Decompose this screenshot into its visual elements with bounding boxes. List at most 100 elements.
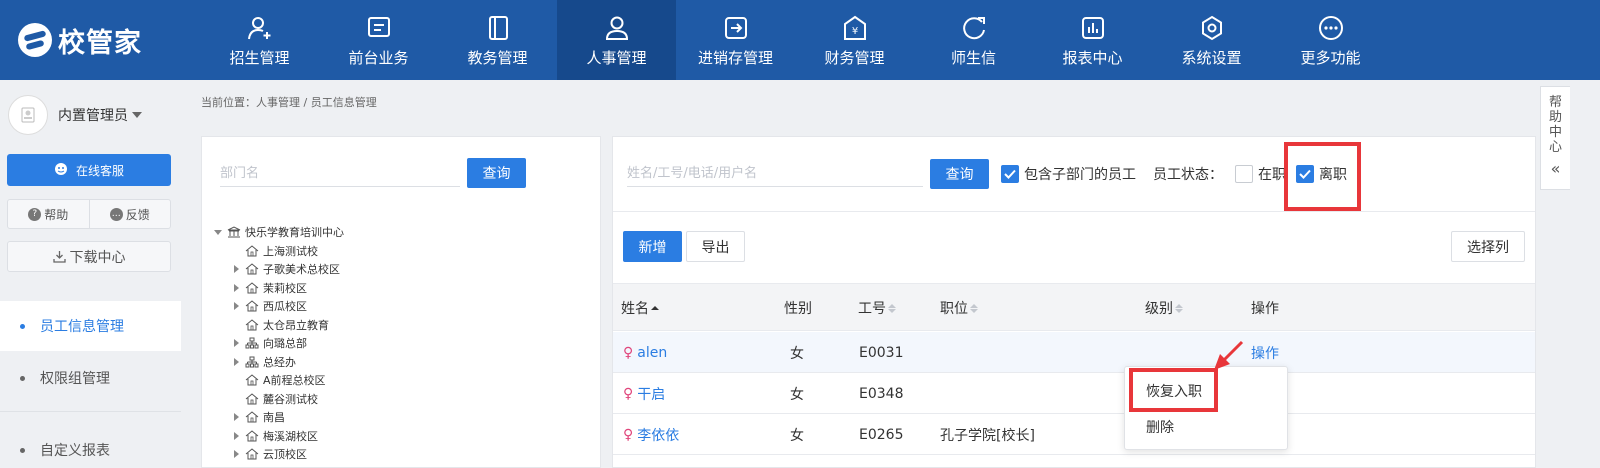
nav-label: 招生管理 xyxy=(229,48,290,67)
add-employee-button[interactable]: 新增 xyxy=(623,231,682,262)
avatar xyxy=(8,95,48,135)
chat-icon xyxy=(959,13,989,43)
tree-node-label: 云顶校区 xyxy=(263,448,307,462)
feedback-button[interactable]: … 反馈 xyxy=(88,200,171,228)
gender-cell: 女 xyxy=(790,345,804,362)
sort-asc-icon[interactable] xyxy=(651,305,659,311)
name-cell[interactable]: ♀ alen xyxy=(623,332,667,373)
header-position-label: 职位 xyxy=(940,301,968,317)
help-char: 助 xyxy=(1548,110,1562,125)
annotation-arrow-icon xyxy=(1214,340,1244,370)
sort-icon[interactable] xyxy=(1175,303,1183,313)
caret-right-icon[interactable] xyxy=(234,283,239,292)
department-search-input[interactable] xyxy=(220,161,460,187)
nav-item-0[interactable]: 招生管理 xyxy=(200,0,319,80)
highlight-box-restore xyxy=(1129,368,1218,412)
employee-name-link[interactable]: alen xyxy=(637,345,667,361)
menu-permission-group[interactable]: 权限组管理 xyxy=(0,353,181,403)
service-label: 在线客服 xyxy=(75,163,124,178)
help-button[interactable]: ? 帮助 xyxy=(8,200,89,228)
position-cell: 孔子学院[校长] xyxy=(940,427,1035,444)
help-center-tab[interactable]: 帮助中心 « xyxy=(1540,86,1570,190)
settings-icon xyxy=(1197,13,1227,43)
header-level[interactable]: 级别 xyxy=(1145,284,1183,332)
bank-icon xyxy=(227,226,241,238)
nav-item-6[interactable]: 师生信 xyxy=(914,0,1033,80)
employee-name-link[interactable]: 李依依 xyxy=(637,425,679,445)
employee-query-button[interactable]: 查询 xyxy=(930,159,989,189)
caret-right-icon[interactable] xyxy=(234,302,239,311)
highlight-box-left-status xyxy=(1284,142,1361,211)
nav-label: 进销存管理 xyxy=(697,48,773,67)
table-row[interactable]: ♀ alen 女 E0031 操作 xyxy=(613,332,1535,373)
nav-item-7[interactable]: 报表中心 xyxy=(1033,0,1152,80)
status-active-checkbox[interactable]: 在职 xyxy=(1235,164,1286,184)
feedback-icon: … xyxy=(109,207,123,221)
svg-text:¥: ¥ xyxy=(851,26,857,37)
download-icon xyxy=(52,251,66,263)
export-button[interactable]: 导出 xyxy=(686,231,745,262)
caret-right-icon[interactable] xyxy=(234,339,239,348)
department-query-button[interactable]: 查询 xyxy=(467,158,526,188)
tree-node[interactable]: 南昌 xyxy=(214,408,344,427)
report-icon xyxy=(1078,13,1108,43)
nav-item-1[interactable]: 前台业务 xyxy=(319,0,438,80)
sort-icon[interactable] xyxy=(970,303,978,313)
menu-label: 员工信息管理 xyxy=(40,319,124,335)
help-feedback-row: ? 帮助 … 反馈 xyxy=(7,199,171,229)
caret-right-icon[interactable] xyxy=(234,413,239,422)
logo[interactable]: 校管家 xyxy=(0,0,200,80)
caret-right-icon[interactable] xyxy=(234,357,239,366)
nav-label: 人事管理 xyxy=(586,48,647,67)
bullet-icon xyxy=(20,447,25,453)
nav-item-2[interactable]: 教务管理 xyxy=(438,0,557,80)
table-row[interactable]: ♀ 干启 女 E0348 xyxy=(613,373,1535,414)
name-cell[interactable]: ♀ 干启 xyxy=(623,373,665,414)
nav-item-3[interactable]: 人事管理 xyxy=(557,0,676,80)
menu-divider xyxy=(0,411,181,412)
caret-down-icon[interactable] xyxy=(214,229,222,235)
caret-right-icon[interactable] xyxy=(234,265,239,274)
sort-icon[interactable] xyxy=(888,303,896,313)
tree-node[interactable]: 上海测试校 xyxy=(214,242,344,261)
tree-node[interactable]: 向璐总部 xyxy=(214,334,344,353)
tree-node[interactable]: 西瓜校区 xyxy=(214,297,344,316)
online-service-button[interactable]: 在线客服 xyxy=(7,154,171,186)
tree-node[interactable]: 太仓昂立教育 xyxy=(214,316,344,335)
home-icon xyxy=(245,319,259,331)
tree-node[interactable]: 总经办 xyxy=(214,353,344,372)
header-name[interactable]: 姓名 xyxy=(621,284,659,332)
tree-node[interactable]: 云顶校区 xyxy=(214,445,344,464)
tree-node[interactable]: 梅溪湖校区 xyxy=(214,427,344,446)
logo-icon xyxy=(18,23,52,57)
user-menu[interactable]: 内置管理员 xyxy=(0,80,181,150)
header-position[interactable]: 职位 xyxy=(940,284,978,332)
tree-node[interactable]: 快乐学教育培训中心 xyxy=(214,223,344,242)
include-subdept-checkbox[interactable]: 包含子部门的员工 xyxy=(1001,164,1136,184)
tree-node[interactable]: 麓谷测试校 xyxy=(214,390,344,409)
download-center-button[interactable]: 下载中心 xyxy=(7,241,171,272)
menu-employee-info[interactable]: 员工信息管理 xyxy=(0,301,181,351)
caret-right-icon[interactable] xyxy=(234,431,239,440)
header-id[interactable]: 工号 xyxy=(858,284,896,332)
tree-node[interactable]: A前程总校区 xyxy=(214,371,344,390)
employee-search-input[interactable] xyxy=(627,161,923,187)
collapse-icon[interactable]: « xyxy=(1551,161,1561,177)
delete-item[interactable]: 删除 xyxy=(1125,409,1289,445)
employee-name-link[interactable]: 干启 xyxy=(637,384,665,404)
name-cell[interactable]: ♀ 李依依 xyxy=(623,414,679,455)
nav-item-5[interactable]: ¥ 财务管理 xyxy=(795,0,914,80)
nav-item-8[interactable]: 系统设置 xyxy=(1152,0,1271,80)
caret-right-icon[interactable] xyxy=(234,450,239,459)
nav-item-4[interactable]: 进销存管理 xyxy=(676,0,795,80)
tree-node[interactable]: 子歌美术总校区 xyxy=(214,260,344,279)
table-row[interactable]: ♀ 李依依 女 E0265 孔子学院[校长] xyxy=(613,414,1535,455)
toolbar-divider xyxy=(613,211,1535,212)
chevron-down-icon[interactable] xyxy=(132,112,142,118)
menu-label: 权限组管理 xyxy=(40,371,110,387)
nav-label: 系统设置 xyxy=(1181,48,1242,67)
nav-item-9[interactable]: 更多功能 xyxy=(1271,0,1390,80)
menu-custom-report[interactable]: 自定义报表 xyxy=(0,425,181,468)
select-columns-button[interactable]: 选择列 xyxy=(1451,231,1525,262)
tree-node[interactable]: 茉莉校区 xyxy=(214,279,344,298)
